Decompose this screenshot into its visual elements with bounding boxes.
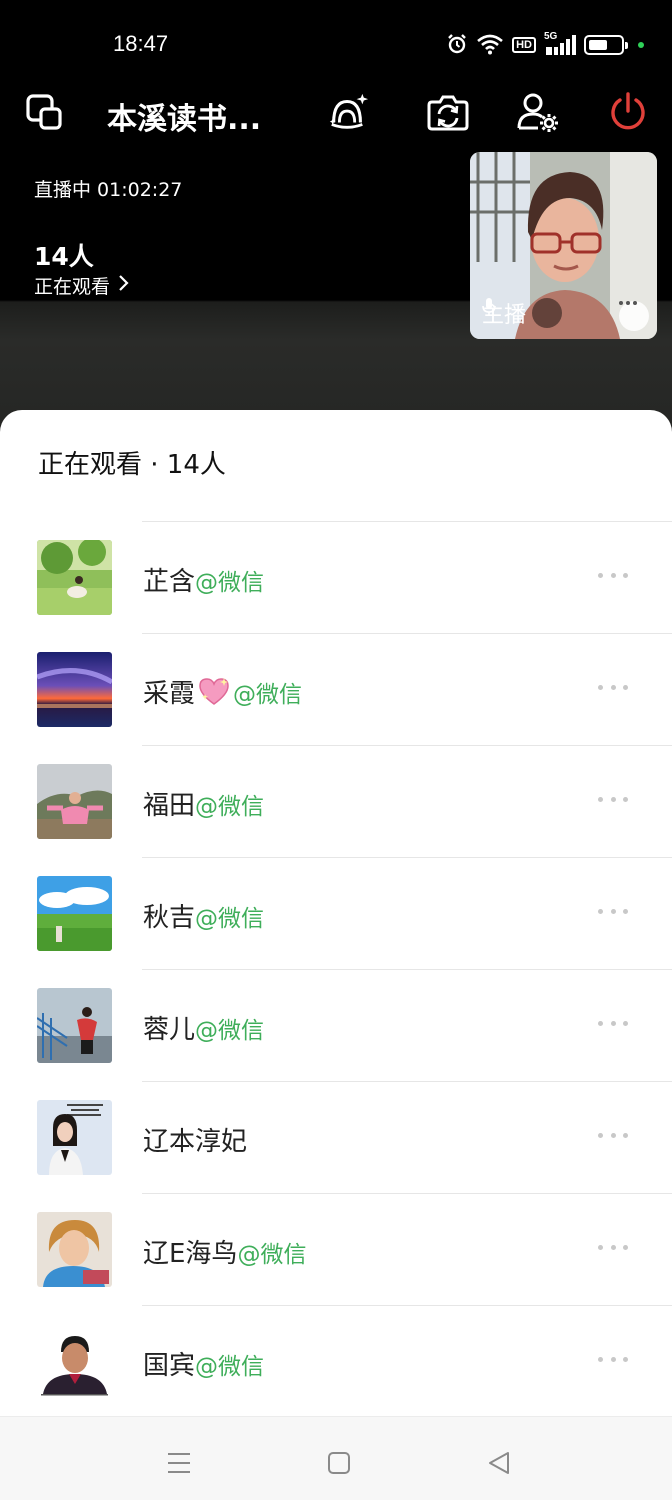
divider (142, 1081, 672, 1082)
divider (142, 1305, 672, 1306)
chevron-right-icon (118, 274, 130, 297)
back-icon[interactable] (479, 1443, 519, 1483)
viewer-name: 辽E海鸟@微信 (143, 1233, 306, 1270)
divider (142, 1193, 672, 1194)
menu-icon[interactable] (159, 1443, 199, 1483)
power-icon[interactable] (606, 90, 650, 134)
status-time: 18:47 (113, 31, 169, 56)
viewer-name: 辽本淳妃 (143, 1121, 247, 1158)
camera-flip-icon[interactable] (426, 90, 470, 134)
room-title[interactable]: 本溪读书... (107, 94, 261, 138)
viewer-name-text: 秋吉 (143, 903, 196, 933)
more-icon[interactable] (598, 1237, 628, 1257)
live-toolbar: 本溪读书... (0, 84, 672, 140)
wechat-tag: @微信 (195, 1354, 265, 1380)
list-item[interactable]: 国宾@微信 (0, 1305, 672, 1417)
network-label: 5G (544, 31, 558, 42)
list-item[interactable]: 辽本淳妃 (0, 1081, 672, 1193)
viewer-name: 秋吉@微信 (143, 897, 264, 934)
sparkling-heart-icon (197, 676, 231, 713)
screen-switch-icon[interactable] (22, 90, 66, 134)
live-duration: 直播中 01:02:27 (34, 179, 183, 201)
list-item[interactable]: 福田@微信 (0, 745, 672, 857)
viewer-name-text: 采霞 (143, 679, 196, 709)
wechat-tag: @微信 (195, 570, 265, 596)
more-icon[interactable] (598, 565, 628, 585)
viewer-name-text: 福田 (143, 791, 196, 821)
viewers-link-label: 正在观看 (34, 276, 111, 298)
wechat-tag: @微信 (195, 906, 265, 932)
avatar[interactable] (37, 1100, 112, 1175)
wechat-tag: @微信 (195, 794, 265, 820)
host-video-card[interactable]: 主播 (470, 152, 657, 339)
host-label: 主播 (482, 297, 563, 329)
list-item[interactable]: 蓉儿@微信 (0, 969, 672, 1081)
viewer-name-text: 辽本淳妃 (143, 1127, 248, 1157)
battery-fill (589, 40, 607, 50)
avatar[interactable] (37, 1324, 112, 1399)
sheet-title: 正在观看 · 14人 (38, 450, 226, 480)
more-icon[interactable] (598, 677, 628, 697)
list-item[interactable]: 芷含@微信 (0, 521, 672, 633)
viewer-name: 采霞 @微信 (143, 673, 302, 713)
divider (142, 633, 672, 634)
avatar[interactable] (37, 1212, 112, 1287)
more-icon[interactable] (598, 901, 628, 921)
viewer-name-text: 国宾 (143, 1351, 196, 1381)
avatar[interactable] (37, 764, 112, 839)
viewers-link[interactable]: 正在观看 (34, 272, 130, 299)
status-bar: 18:47 HD 5G (0, 0, 672, 80)
host-more-icon[interactable] (619, 301, 649, 331)
avatar[interactable] (37, 652, 112, 727)
battery-icon (584, 35, 628, 55)
wechat-tag: @微信 (237, 1242, 307, 1268)
avatar[interactable] (37, 540, 112, 615)
alarm-icon (446, 33, 468, 58)
avatar[interactable] (37, 876, 112, 951)
viewer-list: 芷含@微信 采霞 @微信 福田@微信 秋吉@微信 蓉儿@微信 辽本淳妃 辽E海鸟… (0, 521, 672, 1417)
more-icon[interactable] (598, 1349, 628, 1369)
viewer-name: 福田@微信 (143, 785, 264, 822)
microphone-icon (482, 298, 563, 328)
viewer-name: 国宾@微信 (143, 1345, 264, 1382)
divider (142, 969, 672, 970)
signal-icon: 5G (544, 31, 576, 57)
member-settings-icon[interactable] (516, 90, 560, 134)
viewer-name-text: 芷含 (143, 567, 196, 597)
avatar[interactable] (37, 988, 112, 1063)
more-icon[interactable] (598, 789, 628, 809)
list-item[interactable]: 秋吉@微信 (0, 857, 672, 969)
more-icon[interactable] (598, 1013, 628, 1033)
viewer-count: 14人 (34, 242, 94, 271)
battery-cap (625, 42, 628, 49)
home-icon[interactable] (319, 1443, 359, 1483)
viewer-name-text: 蓉儿 (143, 1015, 196, 1045)
wechat-tag: @微信 (233, 682, 303, 708)
system-nav-bar (0, 1416, 672, 1500)
list-item[interactable]: 采霞 @微信 (0, 633, 672, 745)
privacy-indicator-dot (638, 42, 644, 48)
status-icons: HD 5G (446, 31, 644, 58)
divider (142, 521, 672, 522)
effects-icon[interactable] (326, 90, 370, 134)
divider (142, 745, 672, 746)
more-icon[interactable] (598, 1125, 628, 1145)
viewer-name: 芷含@微信 (143, 561, 264, 598)
viewer-name-text: 辽E海鸟 (143, 1239, 238, 1269)
viewers-sheet: 正在观看 · 14人 芷含@微信 采霞 @微信 福田@微信 秋吉@微信 蓉儿@微… (0, 410, 672, 1500)
viewer-name: 蓉儿@微信 (143, 1009, 264, 1046)
wifi-icon (476, 33, 504, 58)
divider (142, 857, 672, 858)
hd-badge: HD (512, 37, 536, 53)
wechat-tag: @微信 (195, 1018, 265, 1044)
list-item[interactable]: 辽E海鸟@微信 (0, 1193, 672, 1305)
